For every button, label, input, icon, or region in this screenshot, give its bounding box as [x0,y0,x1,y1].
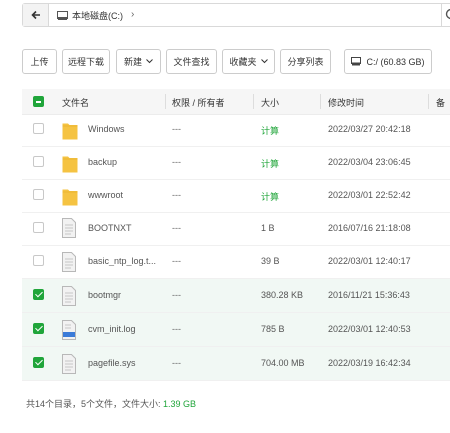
file-permission: --- [172,290,181,300]
file-icon [62,286,76,306]
table-row[interactable]: BOOTNXT --- 1 B 2016/07/16 21:18:08 [22,212,450,246]
file-modified-time: 2022/03/01 12:40:53 [328,324,411,334]
disk-button[interactable]: C:/ (60.83 GB) [344,49,432,74]
chevron-down-icon [260,59,268,64]
file-name[interactable]: backup [88,157,160,167]
total-size: 1.39 GB [163,399,197,409]
file-search-button[interactable]: 文件查找 [166,49,217,74]
table-row[interactable]: wwwroot --- 计算 2022/03/01 22:52:42 [22,179,450,213]
table-row[interactable]: bootmgr --- 380.28 KB 2016/11/21 15:36:4… [22,279,450,313]
drive-icon [351,57,362,66]
address-bar[interactable]: 本地磁盘(C:) › [22,3,450,27]
file-size: 704.00 MB [261,358,305,368]
favorites-dropdown-button[interactable]: 收藏夹 [222,49,275,74]
calculate-size-link[interactable]: 计算 [261,190,279,203]
drive-icon [57,11,68,20]
table-row[interactable]: basic_ntp_log.t... --- 39 B 2022/03/01 1… [22,245,450,279]
folder-icon [62,123,78,140]
column-divider [320,94,321,109]
column-size[interactable]: 大小 [261,96,279,109]
search-icon[interactable] [445,8,450,22]
remote-download-button[interactable]: 远程下载 [62,49,110,74]
file-name[interactable]: bootmgr [88,290,160,300]
calculate-size-link[interactable]: 计算 [261,157,279,170]
row-checkbox[interactable] [33,222,44,233]
folder-icon [62,156,78,173]
column-divider [253,94,254,109]
file-modified-time: 2022/03/27 20:42:18 [328,124,411,134]
column-permission[interactable]: 权限 / 所有者 [172,96,225,109]
back-button[interactable] [23,4,49,26]
log-file-icon [62,320,76,340]
row-checkbox[interactable] [33,255,44,266]
column-remark[interactable]: 备 [436,96,445,109]
file-size: 39 B [261,256,280,266]
row-checkbox[interactable] [33,323,44,334]
table-row[interactable]: Windows --- 计算 2022/03/27 20:42:18 [22,113,450,147]
row-checkbox[interactable] [33,289,44,300]
file-modified-time: 2016/11/21 15:36:43 [328,290,410,300]
file-name[interactable]: wwwroot [88,190,160,200]
file-icon [62,252,76,272]
folder-icon [62,189,78,206]
file-modified-time: 2022/03/01 12:40:17 [328,256,411,266]
summary-text: 共14个目录，5个文件，文件大小: [26,399,164,409]
file-icon [62,218,76,238]
table-row[interactable]: cvm_init.log --- 785 B 2022/03/01 12:40:… [22,313,450,347]
footer-summary: 共14个目录，5个文件，文件大小: 1.39 GB [26,397,196,410]
arrow-left-icon [30,10,40,20]
file-size: 785 B [261,324,285,334]
row-checkbox[interactable] [33,156,44,167]
row-checkbox[interactable] [33,123,44,134]
row-checkbox[interactable] [33,189,44,200]
file-icon [62,354,76,374]
column-modified[interactable]: 修改时间 [328,96,364,109]
row-checkbox[interactable] [33,357,44,368]
file-name[interactable]: cvm_init.log [88,324,160,334]
chevron-right-icon: › [131,9,135,20]
file-modified-time: 2022/03/04 23:06:45 [328,157,411,167]
column-divider [428,94,429,109]
file-permission: --- [172,190,181,200]
file-permission: --- [172,124,181,134]
file-permission: --- [172,324,181,334]
file-name[interactable]: basic_ntp_log.t... [88,256,160,266]
file-permission: --- [172,358,181,368]
upload-button[interactable]: 上传 [22,49,57,74]
file-name[interactable]: pagefile.sys [88,358,160,368]
table-row[interactable]: backup --- 计算 2022/03/04 23:06:45 [22,146,450,180]
table-row[interactable]: pagefile.sys --- 704.00 MB 2022/03/19 16… [22,347,450,381]
table-header: 文件名 权限 / 所有者 大小 修改时间 备 [22,89,450,115]
file-modified-time: 2022/03/01 22:52:42 [328,190,411,200]
file-size: 1 B [261,223,275,233]
address-divider [441,4,442,26]
file-permission: --- [172,223,181,233]
path-drive[interactable]: 本地磁盘(C:) [72,9,123,22]
file-permission: --- [172,256,181,266]
file-modified-time: 2022/03/19 16:42:34 [328,358,411,368]
share-list-button[interactable]: 分享列表 [280,49,331,74]
select-all-checkbox[interactable] [33,96,44,107]
new-dropdown-button[interactable]: 新建 [116,49,161,74]
file-permission: --- [172,157,181,167]
file-size: 380.28 KB [261,290,304,300]
file-modified-time: 2016/07/16 21:18:08 [328,223,411,233]
column-name[interactable]: 文件名 [62,96,89,109]
column-divider [165,94,166,109]
file-name[interactable]: BOOTNXT [88,223,160,233]
chevron-down-icon [146,59,153,64]
file-name[interactable]: Windows [88,124,160,134]
calculate-size-link[interactable]: 计算 [261,124,279,137]
